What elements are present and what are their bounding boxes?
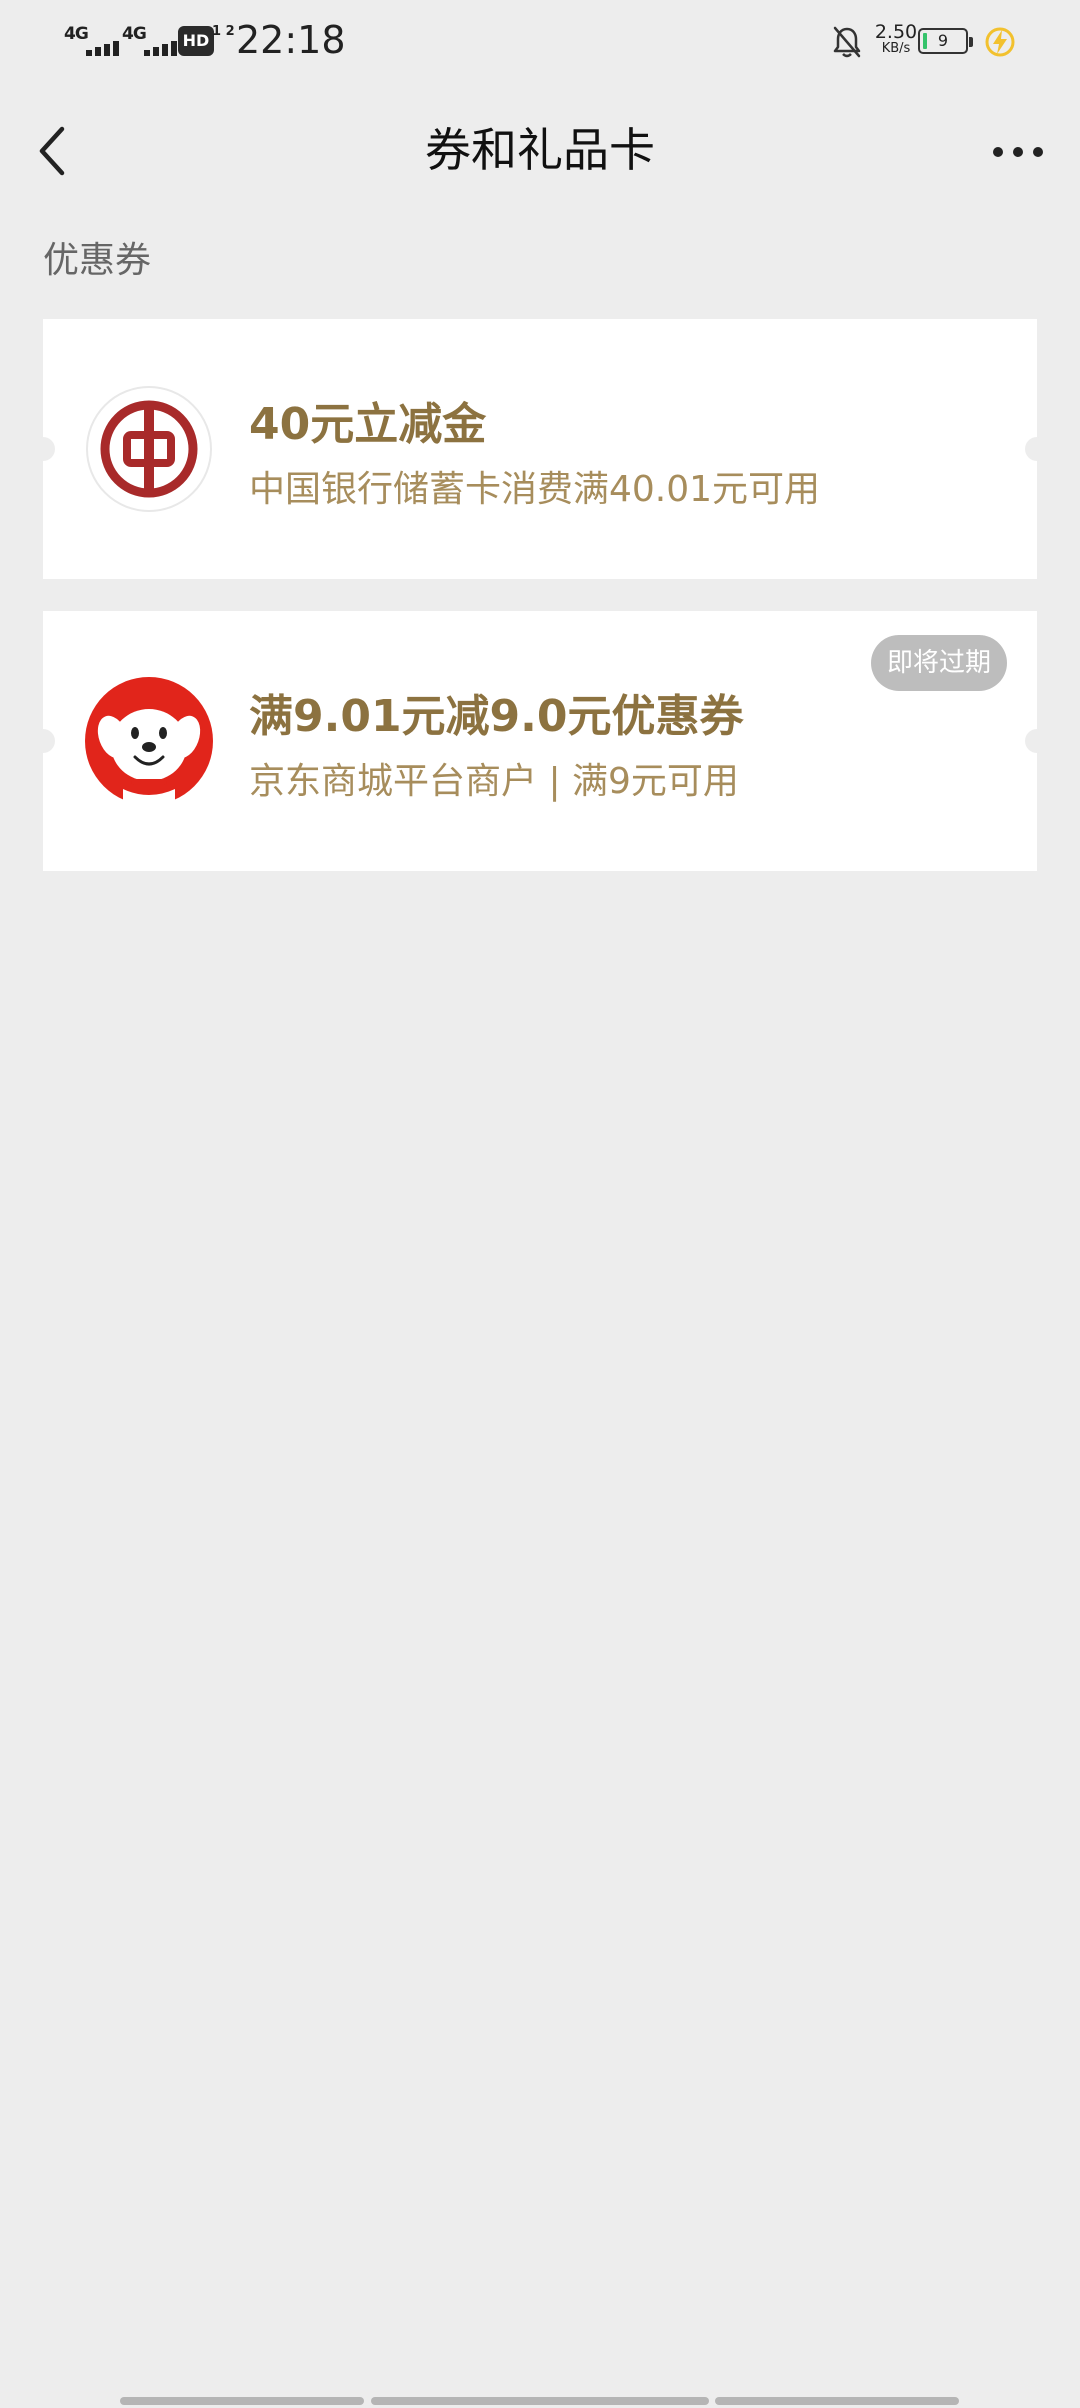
charging-bolt-icon: [985, 27, 1015, 57]
status-time: 22:18: [236, 18, 346, 62]
more-dots-icon: [993, 147, 1003, 157]
coupon-card-jd[interactable]: 即将过期 满9.01元减9.0元优惠券 京东商城平台商户 | 满9元可用: [31, 611, 1049, 871]
home-indicator-center[interactable]: [371, 2397, 709, 2405]
coupon-title: 满9.01元减9.0元优惠券: [249, 691, 744, 742]
coupon-desc: 中国银行储蓄卡消费满40.01元可用: [249, 469, 821, 510]
network-speed-value: 2.50: [874, 21, 918, 43]
network-speed-unit: KB/s: [881, 41, 911, 56]
coupon-title: 40元立减金: [249, 399, 487, 450]
network-speed: 2.50 KB/s: [868, 22, 924, 56]
back-button[interactable]: [28, 116, 98, 186]
battery-icon: 9: [918, 28, 973, 54]
signal-bars-icon: [86, 38, 126, 56]
nav-bar: 券和礼品卡: [0, 96, 1080, 206]
battery-level: 9: [937, 31, 949, 50]
jd-mascot-logo: [85, 677, 213, 805]
home-indicator-right: [715, 2397, 959, 2405]
chevron-left-icon: [39, 126, 65, 176]
bank-of-china-logo: [86, 386, 212, 512]
page-title: 券和礼品卡: [425, 123, 655, 177]
expiring-badge: 即将过期: [870, 635, 1007, 691]
hd-voice-icon: HD: [178, 26, 214, 56]
section-title: 优惠券: [43, 240, 152, 281]
more-button[interactable]: [976, 116, 1060, 186]
coupon-desc: 京东商城平台商户 | 满9元可用: [249, 761, 739, 802]
mute-bell-icon: [833, 26, 861, 58]
sim2-network-label: 4G: [122, 24, 147, 44]
home-indicator-left: [120, 2397, 364, 2405]
coupon-card-boc[interactable]: 40元立减金 中国银行储蓄卡消费满40.01元可用: [31, 319, 1049, 579]
status-bar: 4G 4G HD 1 2 22:18 2.50 KB/s 9: [0, 0, 1080, 86]
hd-sim-index: 1 2: [212, 24, 235, 39]
sim1-network-label: 4G: [64, 24, 89, 44]
